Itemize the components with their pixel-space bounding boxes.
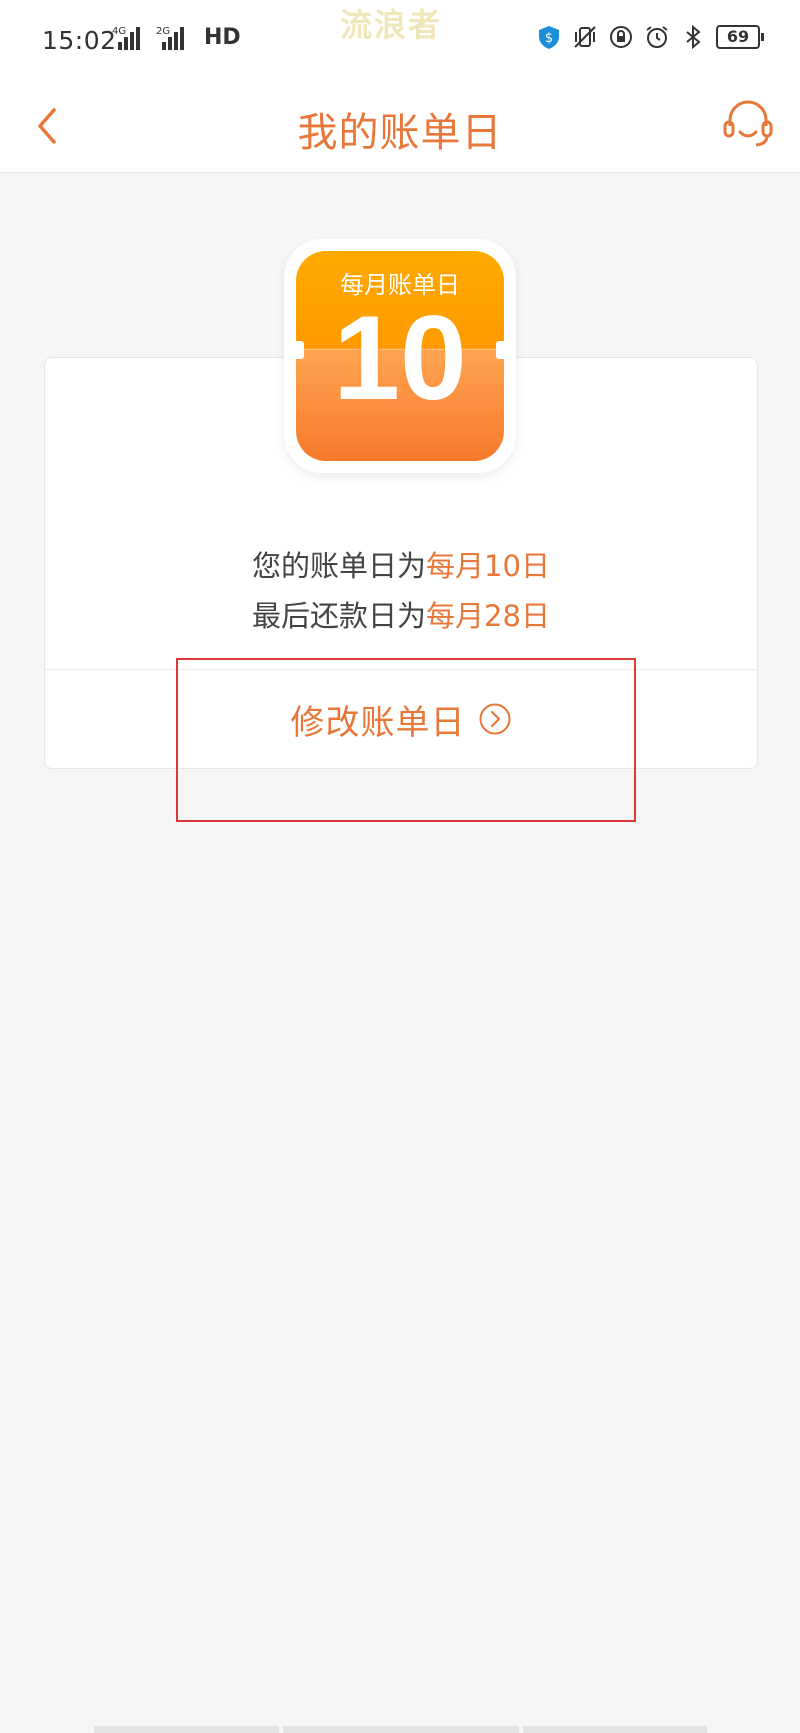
shield-dollar-icon: $ — [539, 26, 559, 49]
hd-icon: HD — [204, 25, 241, 50]
lock-rotation-icon — [610, 26, 632, 48]
battery-indicator: 69 — [716, 25, 764, 49]
signal-tag-2: 2G — [156, 26, 171, 37]
bluetooth-icon — [686, 24, 701, 50]
watermark-text: 流浪者 — [340, 6, 443, 44]
bill-day-line: 您的账单日为每月10日 — [45, 543, 757, 585]
signal-icon-2: 2G — [156, 24, 190, 50]
bottom-bar-edge — [0, 1726, 800, 1733]
highlight-annotation-box — [176, 658, 636, 822]
calendar-day: 10 — [333, 291, 467, 425]
nav-bar: 我的账单日 — [0, 80, 800, 173]
page-title: 我的账单日 — [297, 110, 503, 156]
due-day-prefix: 最后还款日为 — [252, 599, 427, 633]
alarm-icon — [646, 26, 668, 48]
calendar-badge: 每月账单日 10 — [284, 239, 516, 473]
due-day-value: 每月28日 — [426, 599, 550, 633]
signal-tag-1: 4G — [112, 26, 127, 37]
status-time: 15:02 — [42, 26, 117, 55]
bill-day-prefix: 您的账单日为 — [252, 549, 427, 583]
calendar-icon: 每月账单日 10 — [296, 251, 504, 461]
due-day-line: 最后还款日为每月28日 — [45, 593, 757, 635]
status-icons: $ 69 — [536, 24, 764, 50]
headset-icon[interactable] — [716, 92, 780, 156]
vibrate-mute-icon — [574, 26, 596, 48]
signal-group: 4G 2G HD — [112, 24, 241, 50]
status-bar: 15:02 4G 2G HD 流浪者 $ 69 — [0, 0, 800, 80]
signal-icon-1: 4G — [112, 24, 146, 50]
bill-day-value: 每月10日 — [426, 549, 550, 583]
svg-text:$: $ — [545, 31, 553, 46]
